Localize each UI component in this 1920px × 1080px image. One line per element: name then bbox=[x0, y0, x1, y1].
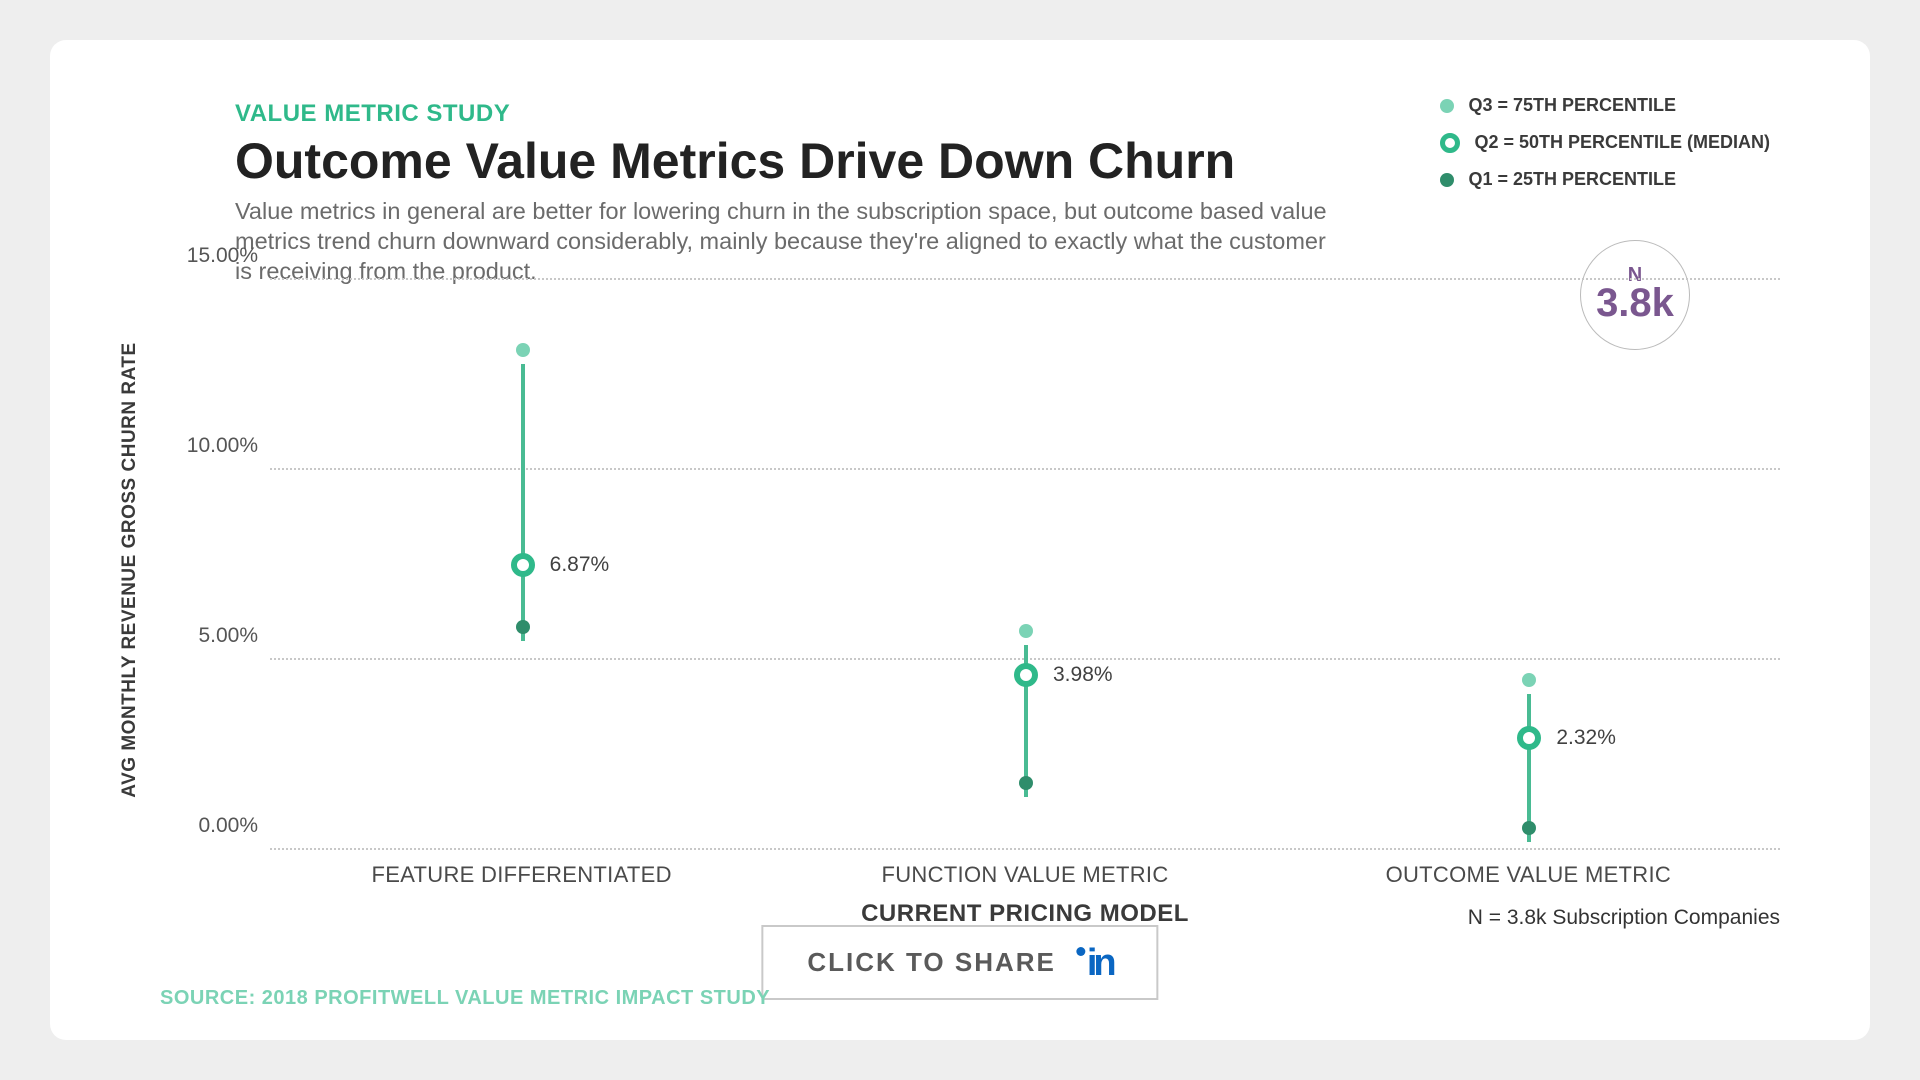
legend-item-q2: Q2 = 50TH PERCENTILE (MEDIAN) bbox=[1440, 132, 1770, 153]
legend-marker-q2-icon bbox=[1440, 133, 1460, 153]
q1-marker-icon bbox=[1019, 776, 1033, 790]
data-series: 3.98% bbox=[1025, 280, 1027, 850]
legend-label-q1: Q1 = 25TH PERCENTILE bbox=[1468, 169, 1676, 190]
median-label: 3.98% bbox=[1053, 663, 1113, 687]
share-label: CLICK TO SHARE bbox=[807, 947, 1056, 978]
plot: CURRENT PRICING MODEL 0.00%5.00%10.00%15… bbox=[270, 280, 1780, 850]
legend-item-q1: Q1 = 25TH PERCENTILE bbox=[1440, 169, 1770, 190]
y-axis-label: AVG MONTHLY REVENUE GROSS CHURN RATE bbox=[119, 342, 141, 797]
legend: Q3 = 75TH PERCENTILE Q2 = 50TH PERCENTIL… bbox=[1440, 95, 1770, 206]
y-tick: 15.00% bbox=[187, 244, 258, 268]
x-tick: FUNCTION VALUE METRIC bbox=[881, 862, 1168, 888]
plot-area: AVG MONTHLY REVENUE GROSS CHURN RATE CUR… bbox=[150, 290, 1790, 850]
legend-label-q3: Q3 = 75TH PERCENTILE bbox=[1468, 95, 1676, 116]
y-tick: 10.00% bbox=[187, 434, 258, 458]
chart-subtitle: Value metrics in general are better for … bbox=[235, 196, 1335, 286]
median-label: 6.87% bbox=[550, 553, 610, 577]
legend-label-q2: Q2 = 50TH PERCENTILE (MEDIAN) bbox=[1474, 132, 1770, 153]
source-text: SOURCE: 2018 PROFITWELL VALUE METRIC IMP… bbox=[160, 987, 770, 1010]
footnote: N = 3.8k Subscription Companies bbox=[1468, 906, 1780, 930]
x-tick: FEATURE DIFFERENTIATED bbox=[371, 862, 671, 888]
q3-marker-icon bbox=[516, 343, 530, 357]
legend-item-q3: Q3 = 75TH PERCENTILE bbox=[1440, 95, 1770, 116]
q2-marker-icon bbox=[511, 553, 535, 577]
chart-card: VALUE METRIC STUDY Outcome Value Metrics… bbox=[50, 40, 1870, 1040]
q1-marker-icon bbox=[516, 620, 530, 634]
q2-marker-icon bbox=[1014, 663, 1038, 687]
series-stem bbox=[521, 364, 525, 641]
median-label: 2.32% bbox=[1556, 726, 1616, 750]
q3-marker-icon bbox=[1522, 673, 1536, 687]
q3-marker-icon bbox=[1019, 624, 1033, 638]
series-stem bbox=[1527, 694, 1531, 842]
x-axis-label: CURRENT PRICING MODEL bbox=[861, 900, 1189, 928]
y-tick: 5.00% bbox=[198, 624, 258, 648]
share-button[interactable]: CLICK TO SHARE in bbox=[761, 925, 1158, 1000]
legend-marker-q3-icon bbox=[1440, 99, 1454, 113]
x-tick: OUTCOME VALUE METRIC bbox=[1386, 862, 1672, 888]
legend-marker-q1-icon bbox=[1440, 173, 1454, 187]
y-tick: 0.00% bbox=[198, 814, 258, 838]
data-series: 2.32% bbox=[1528, 280, 1530, 850]
q1-marker-icon bbox=[1522, 821, 1536, 835]
q2-marker-icon bbox=[1517, 726, 1541, 750]
linkedin-icon: in bbox=[1076, 947, 1113, 978]
data-series: 6.87% bbox=[522, 280, 524, 850]
